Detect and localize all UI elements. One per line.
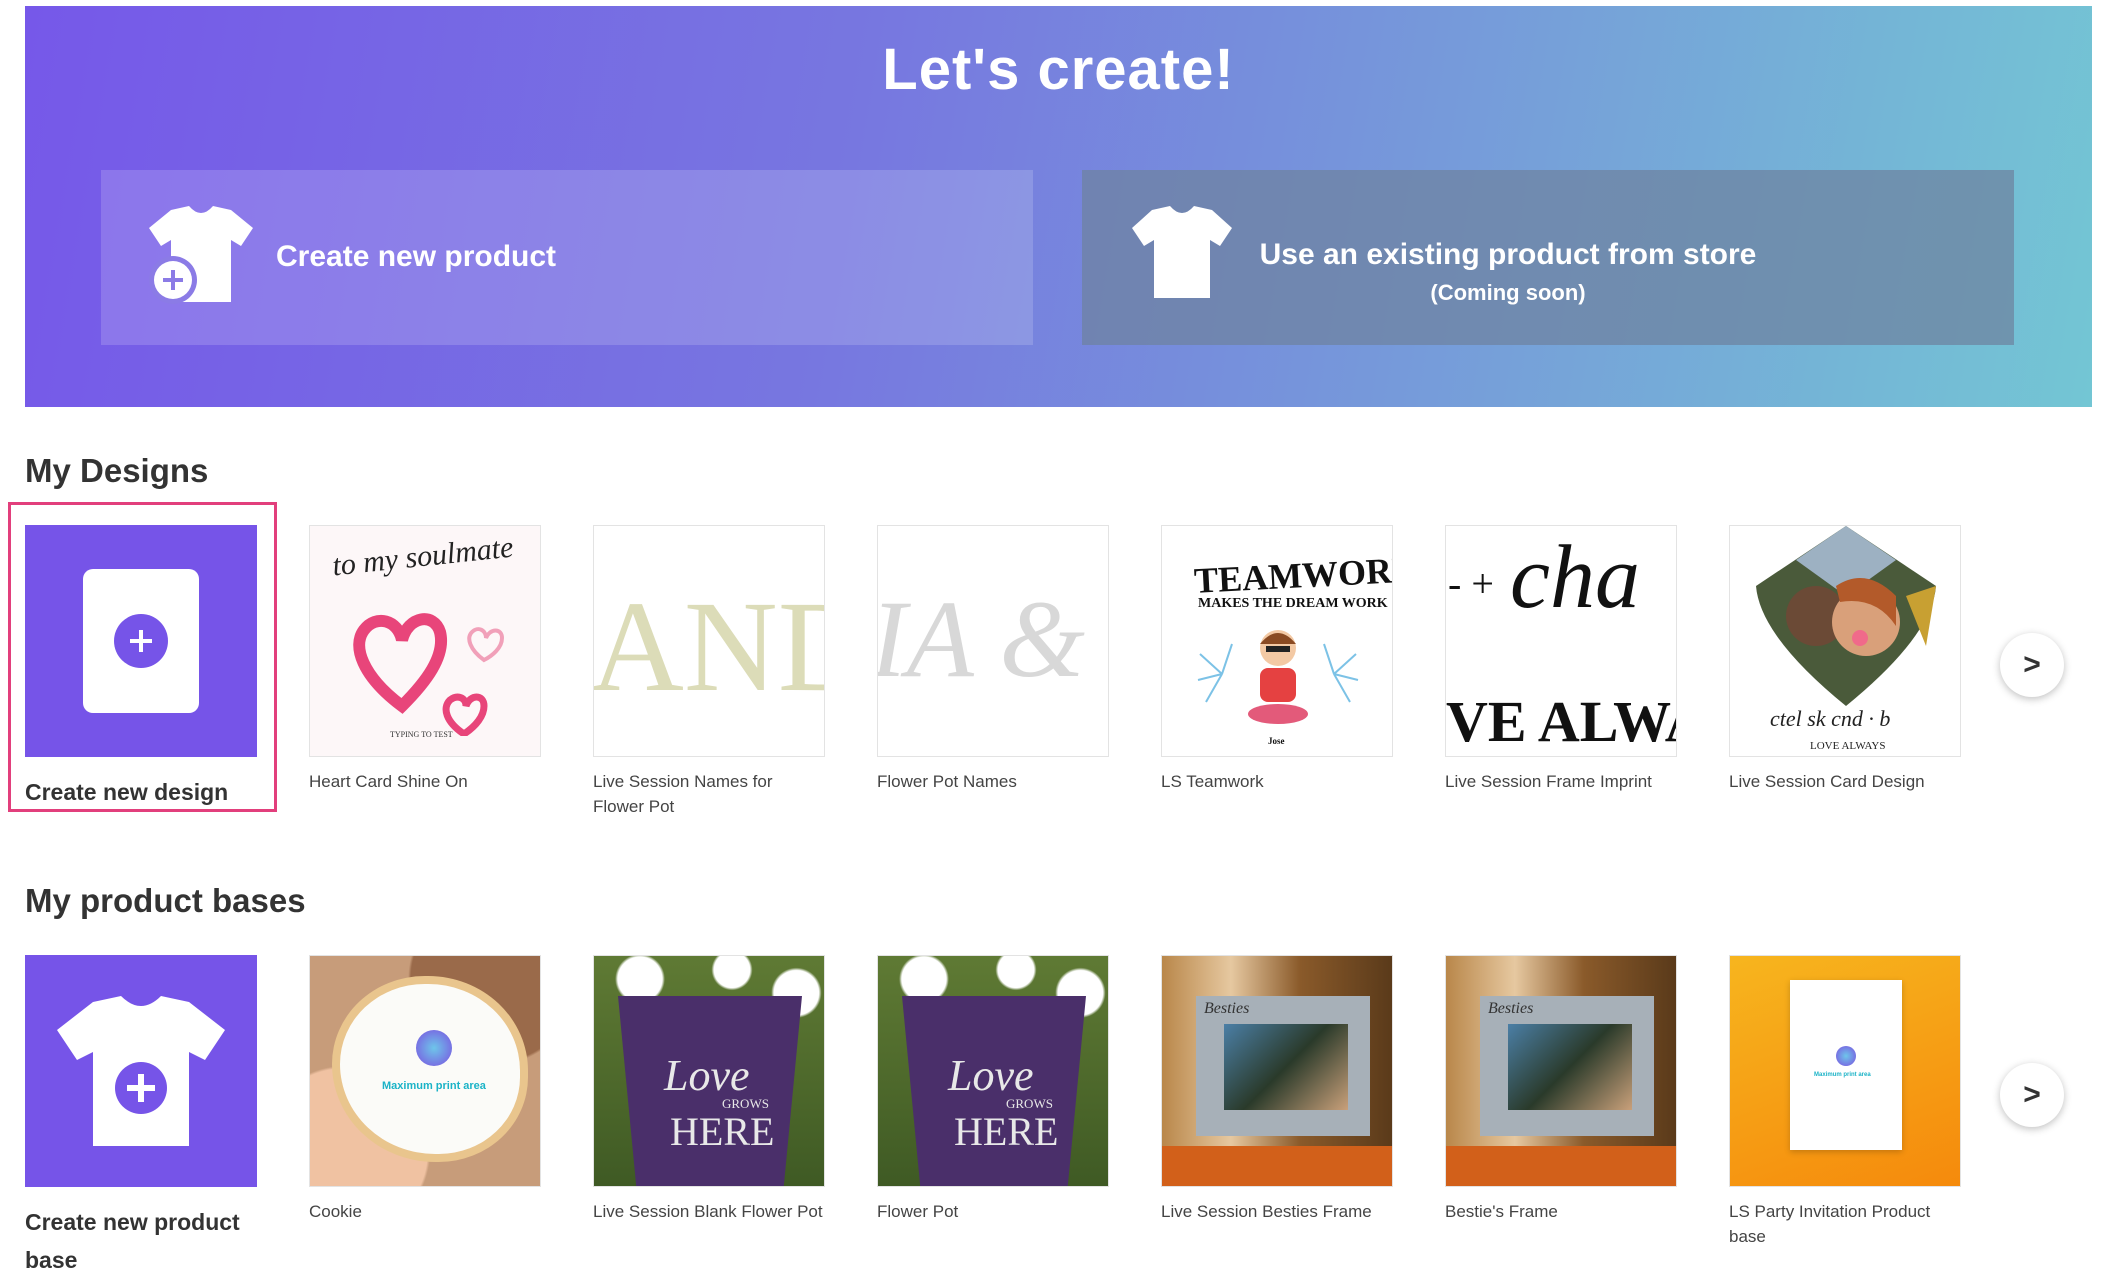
thumb-text: Besties — [1204, 1000, 1250, 1017]
heart-photo-image — [1756, 526, 1936, 706]
design-thumb[interactable]: TEAMWORK MAKES THE DREAM WORK Jose — [1161, 525, 1393, 757]
create-new-design-label: Create new design — [25, 779, 229, 805]
hero-title: Let's create! — [882, 37, 1235, 102]
hero-banner: Let's create! Create new product Use an … — [25, 6, 2092, 407]
thumb-script: ctel sk cnd · b — [1770, 706, 1891, 731]
design-card-icon — [83, 569, 199, 713]
my-product-bases-title: My product bases — [25, 882, 306, 919]
thumb-small-text: TYPING TO TEST — [390, 730, 453, 739]
create-new-product-label: Create new product — [276, 240, 557, 273]
thumb-text: Besties — [1488, 1000, 1534, 1017]
base-thumb[interactable]: Besties — [1445, 955, 1677, 1187]
thumb-text: to my soulmate — [330, 530, 515, 583]
design-label: LS Teamwork — [1161, 772, 1264, 791]
tshirt-plus-icon — [57, 996, 225, 1146]
design-label: Live Session Names for Flower Pot — [593, 772, 773, 816]
design-label: Live Session Frame Imprint — [1445, 772, 1652, 791]
table-surface — [1446, 1146, 1676, 1186]
frame-photo — [1508, 1024, 1632, 1110]
base-tile[interactable]: Love GROWS HERE Live Session Blank Flowe… — [593, 955, 825, 1224]
base-label: Bestie's Frame — [1445, 1202, 1558, 1221]
thumb-text: AND — [593, 575, 824, 719]
base-label: Live Session Blank Flower Pot — [593, 1202, 823, 1221]
existing-product-card[interactable]: Use an existing product from store (Comi… — [1082, 170, 2014, 345]
base-label: Live Session Besties Frame — [1161, 1202, 1372, 1221]
base-thumb[interactable]: Maximum print area — [309, 955, 541, 1187]
design-label: Heart Card Shine On — [309, 772, 468, 791]
design-tile[interactable]: TEAMWORK MAKES THE DREAM WORK Jose LS Te… — [1161, 525, 1393, 794]
coming-soon-label: (Coming soon) — [1430, 280, 1586, 305]
base-thumb[interactable]: Besties — [1161, 955, 1393, 1187]
character-illustration — [1197, 630, 1359, 724]
base-tile[interactable]: Besties Live Session Besties Frame — [1161, 955, 1393, 1224]
design-tile[interactable]: to my soulmate TYPING TO TEST Heart Card… — [309, 525, 541, 794]
thumb-text: TEAMWORK — [1193, 549, 1393, 601]
design-tile[interactable]: AND Live Session Names for Flower Pot — [593, 525, 825, 819]
page: Let's create! Create new product Use an … — [0, 0, 2104, 1274]
bases-next-button[interactable]: > — [2000, 1063, 2064, 1127]
thumb-dash: - + — [1448, 561, 1494, 606]
thumb-text: IA & — [877, 578, 1085, 700]
design-thumb[interactable]: cha - + VE ALWA — [1445, 525, 1677, 757]
heart-icon — [353, 613, 505, 736]
tshirt-plus-icon — [149, 206, 253, 304]
table-surface — [1162, 1146, 1392, 1186]
thumb-sub-text: VE ALWA — [1446, 689, 1676, 754]
existing-product-label: Use an existing product from store — [1259, 238, 1757, 271]
my-designs-title: My Designs — [25, 452, 209, 489]
thumb-text: cha — [1510, 528, 1640, 627]
existing-product-text: Use an existing product from store (Comi… — [1258, 238, 1758, 306]
plus-icon — [114, 614, 168, 668]
base-tile[interactable]: Maximum print area Cookie — [309, 955, 541, 1224]
design-label: Live Session Card Design — [1729, 772, 1925, 791]
frame-photo — [1224, 1024, 1348, 1110]
base-tile[interactable]: Love GROWS HERE Flower Pot — [877, 955, 1109, 1224]
logo-icon — [1836, 1046, 1856, 1066]
base-thumb[interactable]: Love GROWS HERE — [593, 955, 825, 1187]
design-thumb[interactable]: AND — [593, 525, 825, 757]
design-tile[interactable]: IA & Flower Pot Names — [877, 525, 1109, 794]
design-tile[interactable]: cha - + VE ALWA Live Session Frame Impri… — [1445, 525, 1677, 794]
thumb-big-text: HERE — [954, 1109, 1059, 1154]
create-new-base-tile[interactable]: Create new product base — [25, 955, 257, 1274]
tshirt-icon — [1132, 206, 1232, 298]
thumb-sub-text: LOVE ALWAYS — [1810, 740, 1886, 752]
design-thumb[interactable]: to my soulmate TYPING TO TEST — [309, 525, 541, 757]
base-thumb[interactable]: Maximum print area — [1729, 955, 1961, 1187]
base-label: Cookie — [309, 1202, 362, 1221]
thumb-text: Love — [948, 1051, 1034, 1100]
base-tile[interactable]: Besties Bestie's Frame — [1445, 955, 1677, 1224]
create-new-base-thumb[interactable] — [25, 955, 257, 1187]
create-new-base-label: Create new product base — [25, 1209, 240, 1273]
thumb-text: Love — [664, 1051, 750, 1100]
designs-next-button[interactable]: > — [2000, 633, 2064, 697]
thumb-name: Jose — [1268, 736, 1285, 746]
design-tile[interactable]: ctel sk cnd · b LOVE ALWAYS Live Session… — [1729, 525, 1961, 794]
base-label: LS Party Invitation Product base — [1729, 1202, 1931, 1246]
base-thumb[interactable]: Love GROWS HERE — [877, 955, 1109, 1187]
base-tile[interactable]: Maximum print area LS Party Invitation P… — [1729, 955, 1961, 1249]
thumb-big-text: HERE — [670, 1109, 775, 1154]
thumb-sub-text: MAKES THE DREAM WORK — [1198, 596, 1388, 611]
create-new-design-tile[interactable]: Create new design — [25, 525, 257, 811]
design-thumb[interactable]: ctel sk cnd · b LOVE ALWAYS — [1729, 525, 1961, 757]
thumb-text: Maximum print area — [1814, 1072, 1871, 1078]
create-new-design-thumb[interactable] — [25, 525, 257, 757]
thumb-text: Maximum print area — [382, 1080, 486, 1092]
create-new-product-card[interactable]: Create new product — [101, 170, 1033, 345]
logo-icon — [416, 1030, 452, 1066]
base-label: Flower Pot — [877, 1202, 959, 1221]
design-thumb[interactable]: IA & — [877, 525, 1109, 757]
design-label: Flower Pot Names — [877, 772, 1017, 791]
